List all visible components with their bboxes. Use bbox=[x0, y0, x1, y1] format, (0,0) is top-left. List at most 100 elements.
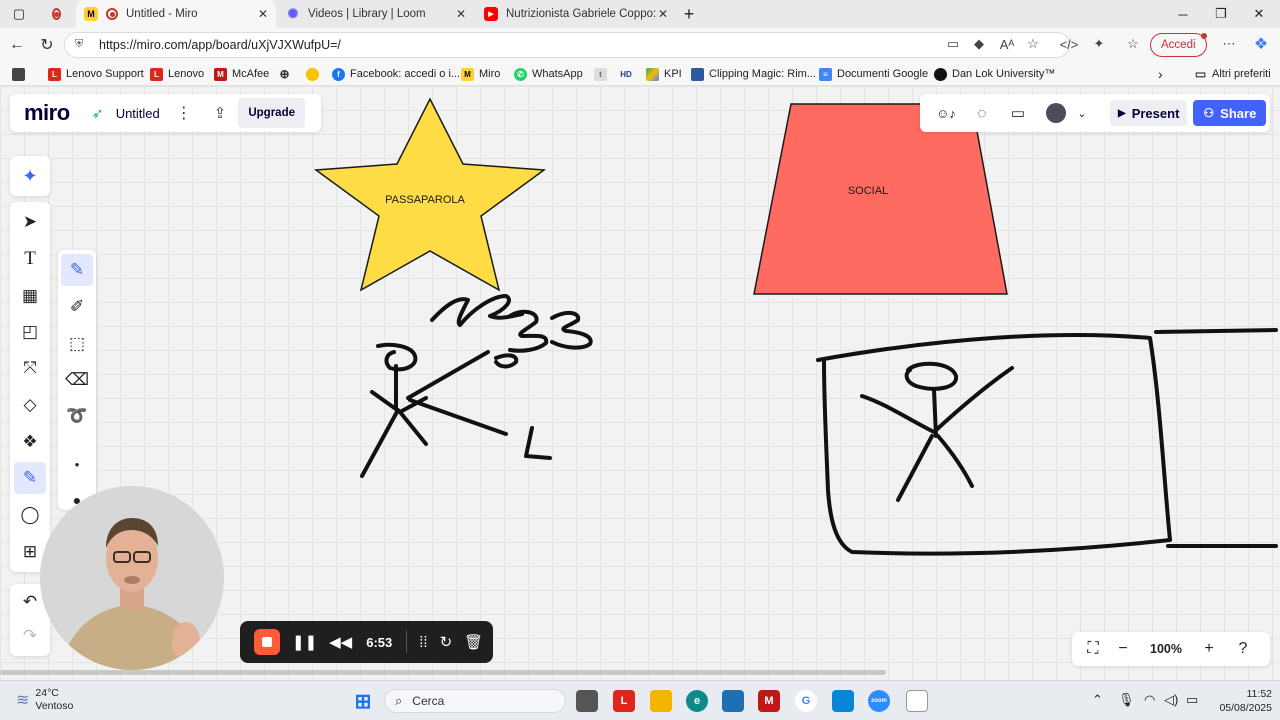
ink-scribble[interactable] bbox=[494, 353, 519, 369]
stop-recording-button[interactable] bbox=[254, 629, 280, 655]
notepad-icon[interactable] bbox=[906, 690, 928, 712]
task-view-icon[interactable] bbox=[576, 690, 598, 712]
system-clock[interactable]: 11:52 05/08/2025 bbox=[1206, 687, 1272, 715]
site-info-icon[interactable]: ⛨ bbox=[75, 38, 89, 52]
taskbar-search-field[interactable]: ⌕ Cerca bbox=[384, 689, 566, 713]
tab-actions-icon[interactable]: ▢ bbox=[0, 0, 38, 28]
devtools-icon[interactable]: </> bbox=[1058, 33, 1080, 55]
close-tab-icon[interactable]: ✕ bbox=[258, 7, 268, 21]
url-field[interactable]: ⛨ https://miro.com/app/board/uXjVJXWufpU… bbox=[64, 32, 1070, 58]
bookmark-globe[interactable]: ⊕ bbox=[278, 66, 296, 82]
tag-icon[interactable]: ◆ bbox=[968, 33, 990, 55]
sticky-note-icon[interactable]: ◰ bbox=[14, 316, 46, 348]
minimize-icon[interactable]: ─ bbox=[1164, 0, 1202, 28]
bookmark-miro[interactable]: M Miro bbox=[461, 66, 500, 82]
drag-handle-icon[interactable]: ⁞⁞ bbox=[419, 634, 427, 651]
video-call-icon[interactable]: ▭ bbox=[1004, 99, 1032, 127]
ink-letter-l[interactable] bbox=[524, 426, 552, 460]
bookmark-whatsapp[interactable]: ✆ WhatsApp bbox=[514, 66, 583, 82]
mcafee-app-icon[interactable]: M bbox=[758, 690, 780, 712]
trapezoid-shape[interactable] bbox=[753, 103, 1008, 295]
lasso-icon[interactable]: ➰ bbox=[61, 400, 93, 432]
avatar[interactable] bbox=[1046, 103, 1066, 123]
share-button[interactable]: ⚇ Share bbox=[1193, 100, 1267, 126]
chevron-down-icon[interactable]: ⌄ bbox=[1068, 99, 1096, 127]
weather-widget[interactable]: ≋ 24°C Ventoso bbox=[16, 687, 73, 713]
webcam-bubble[interactable] bbox=[40, 486, 224, 670]
delete-icon[interactable]: 🗑 bbox=[464, 633, 483, 651]
templates-icon[interactable]: ▦ bbox=[14, 280, 46, 312]
ink-figure-head[interactable] bbox=[904, 361, 958, 391]
pen-tool-icon[interactable]: ✎ bbox=[14, 462, 46, 494]
ink-figure-legs[interactable] bbox=[360, 408, 428, 478]
ink-figure-legs[interactable] bbox=[896, 434, 974, 502]
reading-list-icon[interactable] bbox=[12, 66, 30, 82]
close-tab-icon[interactable]: ✕ bbox=[658, 7, 668, 21]
reactions-icon[interactable]: ☺♪ bbox=[932, 99, 960, 127]
thin-stroke-icon[interactable]: ● bbox=[61, 448, 93, 480]
zoom-in-icon[interactable]: + bbox=[1194, 634, 1224, 664]
chrome-icon[interactable]: G bbox=[795, 690, 817, 712]
comment-icon[interactable]: ◯ bbox=[14, 499, 46, 531]
show-hidden-icons-chevron-icon[interactable]: ⌃ bbox=[1092, 692, 1103, 708]
camera-icon[interactable]: ▭ bbox=[942, 33, 964, 55]
comments-icon[interactable]: ◌ bbox=[968, 99, 996, 127]
miro-logo[interactable]: miro bbox=[24, 100, 70, 126]
bookmark-mcafee[interactable]: M McAfee bbox=[214, 66, 269, 82]
bookmark-t[interactable]: t bbox=[594, 66, 612, 82]
bookmark-facebook[interactable]: f Facebook: accedi o i... bbox=[332, 66, 460, 82]
board-menu-icon[interactable]: ⋮ bbox=[176, 103, 192, 123]
bookmark-hd[interactable]: HD bbox=[618, 66, 639, 82]
ink-strokes[interactable] bbox=[360, 294, 1278, 556]
microphone-icon[interactable]: 🎙 bbox=[1118, 692, 1135, 708]
select-tool-icon[interactable]: ➤ bbox=[14, 206, 46, 238]
diagram-icon[interactable]: ❖ bbox=[14, 426, 46, 458]
pause-icon[interactable]: ❚❚ bbox=[292, 633, 317, 651]
sign-in-button[interactable]: Accedi bbox=[1150, 33, 1207, 57]
file-explorer-icon[interactable] bbox=[650, 690, 672, 712]
redo-icon[interactable]: ↷ bbox=[14, 620, 46, 652]
wifi-icon[interactable]: ◠ bbox=[1144, 692, 1155, 708]
close-window-icon[interactable]: ✕ bbox=[1240, 0, 1278, 28]
tab-miro[interactable]: M Untitled - Miro ✕ bbox=[76, 0, 276, 28]
fit-to-screen-icon[interactable]: ⛶ bbox=[1078, 634, 1108, 664]
more-menu-icon[interactable]: ⋯ bbox=[1218, 33, 1240, 55]
battery-icon[interactable]: ▭ bbox=[1186, 692, 1198, 708]
ink-box[interactable] bbox=[816, 332, 1172, 556]
edge-icon[interactable]: e bbox=[686, 690, 708, 712]
bookmark-kpi[interactable]: KPI bbox=[646, 66, 682, 82]
favorites-icon[interactable]: ☆ bbox=[1122, 33, 1144, 55]
export-icon[interactable]: ⇪ bbox=[214, 104, 227, 122]
favorite-star-icon[interactable]: ☆ bbox=[1022, 33, 1044, 55]
bookmark-clipping-magic[interactable]: Clipping Magic: Rim... bbox=[691, 66, 816, 82]
ink-line[interactable] bbox=[1154, 328, 1278, 334]
text-tool-icon[interactable]: T bbox=[14, 243, 46, 275]
recording-tab[interactable] bbox=[44, 0, 74, 28]
restart-icon[interactable]: ↻ bbox=[440, 633, 453, 651]
more-bookmarks-chevron-icon[interactable]: › bbox=[1158, 66, 1163, 82]
zoom-out-icon[interactable]: − bbox=[1108, 634, 1138, 664]
upgrade-button[interactable]: Upgrade bbox=[238, 98, 305, 128]
new-tab-button[interactable]: + bbox=[670, 0, 708, 28]
ai-assist-icon[interactable]: ✦ bbox=[10, 156, 50, 196]
highlighter-icon[interactable]: ✐ bbox=[61, 291, 93, 323]
restore-icon[interactable]: ❐ bbox=[1202, 0, 1240, 28]
ink-arrow[interactable] bbox=[406, 350, 508, 436]
shapes-icon[interactable]: ◇ bbox=[14, 389, 46, 421]
reload-icon[interactable]: ↻ bbox=[36, 34, 58, 56]
copilot-icon[interactable]: ❖ bbox=[1250, 33, 1272, 55]
extensions-icon[interactable]: ✦ bbox=[1088, 33, 1110, 55]
zoom-app-icon[interactable]: zoom bbox=[868, 690, 890, 712]
read-aloud-icon[interactable]: Aᴬ bbox=[996, 33, 1018, 55]
zoom-level[interactable]: 100% bbox=[1138, 642, 1194, 656]
ink-scribble[interactable] bbox=[550, 311, 593, 350]
bookmark-lenovo[interactable]: L Lenovo bbox=[150, 66, 204, 82]
windows-start-icon[interactable]: ⊞ bbox=[352, 690, 374, 713]
bookmark-lenovo-support[interactable]: L Lenovo Support bbox=[48, 66, 144, 82]
close-tab-icon[interactable]: ✕ bbox=[456, 7, 466, 21]
present-button[interactable]: ▶ Present bbox=[1110, 100, 1188, 126]
other-favorites[interactable]: ▭ Altri preferiti bbox=[1194, 66, 1271, 82]
tab-youtube[interactable]: ▶ Nutrizionista Gabriele Coppo: acq ✕ bbox=[476, 0, 676, 28]
connection-line-icon[interactable]: ⤧ bbox=[14, 352, 46, 384]
eraser-icon[interactable]: ⌫ bbox=[61, 364, 93, 396]
